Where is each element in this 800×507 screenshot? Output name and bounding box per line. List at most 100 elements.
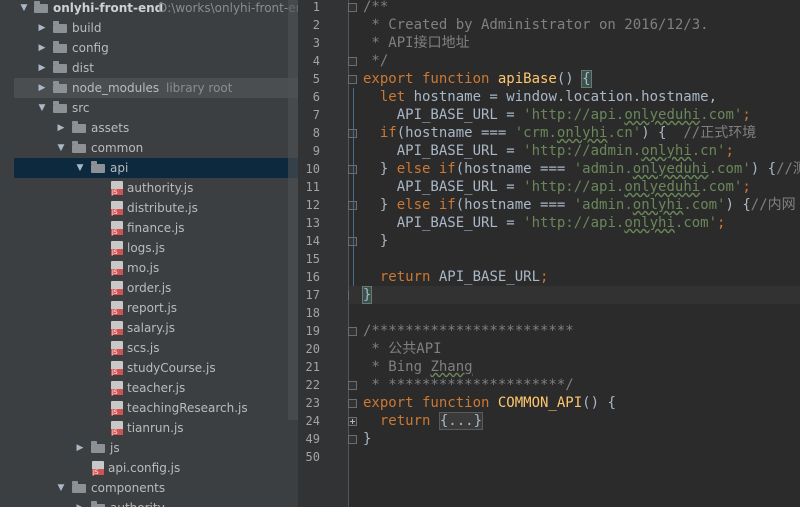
code-token: (hostname === [455, 161, 574, 177]
chevron-right-icon[interactable]: ▶ [74, 498, 86, 507]
tree-folder-item[interactable]: ▶ dist [14, 58, 298, 78]
tree-folder-item[interactable]: ▼ common [14, 138, 298, 158]
tree-item-label: assets [91, 121, 130, 135]
tree-item-label: api [110, 161, 129, 175]
code-token: ) { [725, 197, 751, 213]
line-number-gutter: 1 2 3 4 5 6 7 8 9 10 11 12 13 14 15 16 17 18 19 20 21 22 23 24 4… [298, 0, 357, 507]
code-editor[interactable]: /** * Created by Administrator on 2016/1… [349, 0, 800, 507]
code-token: 'admin. [573, 197, 633, 213]
tree-file-item[interactable]: JS salary.js [14, 318, 298, 338]
code-line[interactable]: /************************ [363, 322, 574, 340]
code-line[interactable]: * Bing Zhang [363, 358, 472, 376]
project-scrollbar[interactable] [288, 0, 298, 420]
code-token: //测 [776, 161, 800, 177]
tree-folder-item[interactable]: ▶ node_modules library root [14, 78, 298, 98]
tree-folder-item[interactable]: ▼ src [14, 98, 298, 118]
chevron-down-icon[interactable]: ▼ [55, 478, 67, 498]
tree-item-label: salary.js [127, 321, 176, 335]
code-line[interactable]: return API_BASE_URL; [363, 268, 549, 286]
chevron-right-icon[interactable]: ▶ [55, 118, 67, 138]
code-line[interactable]: */ [363, 52, 388, 70]
tree-file-item[interactable]: JS teachingResearch.js [14, 398, 298, 418]
code-line[interactable]: * API接口地址 [363, 34, 469, 52]
indent-guide [353, 88, 354, 286]
code-line[interactable]: let hostname = window.location.hostname, [363, 88, 717, 106]
code-token: onlyhi [624, 215, 675, 231]
code-line[interactable]: API_BASE_URL = 'http://api.onlyeduhi.com… [363, 178, 751, 196]
tree-folder-item[interactable]: ▶ authority [14, 498, 298, 507]
tree-file-item[interactable]: JS api.config.js [14, 458, 298, 478]
code-token: onlyhi [641, 143, 692, 159]
code-token: } [363, 431, 372, 447]
tree-folder-item[interactable]: ▶ assets [14, 118, 298, 138]
tree-file-item[interactable]: JS authority.js [14, 178, 298, 198]
tree-file-item[interactable]: JS report.js [14, 298, 298, 318]
chevron-right-icon[interactable]: ▶ [36, 18, 48, 38]
tree-file-item[interactable]: JS order.js [14, 278, 298, 298]
line-number: 2 [312, 18, 320, 32]
code-line[interactable]: /** [363, 0, 388, 16]
chevron-down-icon[interactable]: ▼ [18, 0, 30, 18]
code-line[interactable]: if(hostname === 'crm.onlyhi.cn') { //正式环… [363, 124, 756, 142]
folder-icon [72, 141, 86, 153]
code-line[interactable]: } else if(hostname === 'admin.onlyeduhi.… [363, 160, 800, 178]
code-line[interactable]: API_BASE_URL = 'http://admin.onlyhi.cn'; [363, 142, 734, 160]
tree-item-label: common [91, 141, 144, 155]
code-token: * Bing [363, 359, 431, 375]
code-token: 'admin. [573, 161, 633, 177]
line-number: 20 [305, 342, 320, 356]
tree-file-item[interactable]: JS distribute.js [14, 198, 298, 218]
line-number: 50 [305, 450, 320, 464]
tree-folder-item[interactable]: ▼ components [14, 478, 298, 498]
code-line[interactable]: API_BASE_URL = 'http://api.onlyhi.com'; [363, 214, 726, 232]
code-token: * 公共API [363, 341, 442, 357]
tree-folder-item[interactable]: ▶ config [14, 38, 298, 58]
code-line[interactable]: } [361, 286, 373, 304]
code-line[interactable]: export function COMMON_API() { [363, 394, 616, 412]
tree-folder-item[interactable]: ▶ js [14, 438, 298, 458]
chevron-right-icon[interactable]: ▶ [36, 78, 48, 98]
code-line[interactable]: } [363, 232, 388, 250]
tree-file-item[interactable]: JS mo.js [14, 258, 298, 278]
code-token: ; [540, 269, 549, 285]
chevron-right-icon[interactable]: ▶ [36, 38, 48, 58]
line-number: 4 [312, 54, 320, 68]
tree-file-item[interactable]: JS tianrun.js [14, 418, 298, 438]
project-root-row[interactable]: ▼ onlyhi-front-end D:\works\onlyhi-front… [14, 0, 298, 18]
line-number: 24 [305, 414, 320, 428]
code-token: } [361, 286, 373, 304]
code-line[interactable]: * 公共API [363, 340, 442, 358]
tree-file-item[interactable]: JS scs.js [14, 338, 298, 358]
js-file-icon: JS [111, 321, 123, 336]
code-line[interactable]: } else if(hostname === 'admin.onlyhi.com… [363, 196, 796, 214]
code-token: } [363, 197, 397, 213]
chevron-down-icon[interactable]: ▼ [55, 138, 67, 158]
tree-file-item[interactable]: JS studyCourse.js [14, 358, 298, 378]
line-number: 11 [305, 180, 320, 194]
code-line[interactable]: * *********************/ [363, 376, 573, 394]
code-line[interactable]: return {...} [363, 412, 484, 430]
code-token: { [581, 70, 592, 88]
chevron-down-icon[interactable]: ▼ [74, 158, 86, 178]
tree-file-item[interactable]: JS finance.js [14, 218, 298, 238]
code-line[interactable]: } [363, 430, 371, 448]
project-tree-panel: ▼ onlyhi-front-end D:\works\onlyhi-front… [14, 0, 298, 507]
code-token: 'http://admin. [523, 143, 642, 159]
tree-file-item[interactable]: JS logs.js [14, 238, 298, 258]
chevron-right-icon[interactable]: ▶ [74, 438, 86, 458]
js-file-icon: JS [111, 401, 123, 416]
chevron-down-icon[interactable]: ▼ [36, 98, 48, 118]
tree-folder-item[interactable]: ▼ api [14, 158, 298, 178]
code-line[interactable]: API_BASE_URL = 'http://api.onlyeduhi.com… [363, 106, 751, 124]
line-number: 13 [305, 216, 320, 230]
chevron-right-icon[interactable]: ▶ [36, 58, 48, 78]
tree-file-item[interactable]: JS teacher.js [14, 378, 298, 398]
code-line[interactable]: export function apiBase() { [363, 70, 592, 88]
tree-folder-item[interactable]: ▶ build [14, 18, 298, 38]
js-file-icon: JS [92, 461, 104, 476]
line-number: 10 [305, 162, 320, 176]
code-line[interactable]: * Created by Administrator on 2016/12/3. [363, 16, 708, 34]
